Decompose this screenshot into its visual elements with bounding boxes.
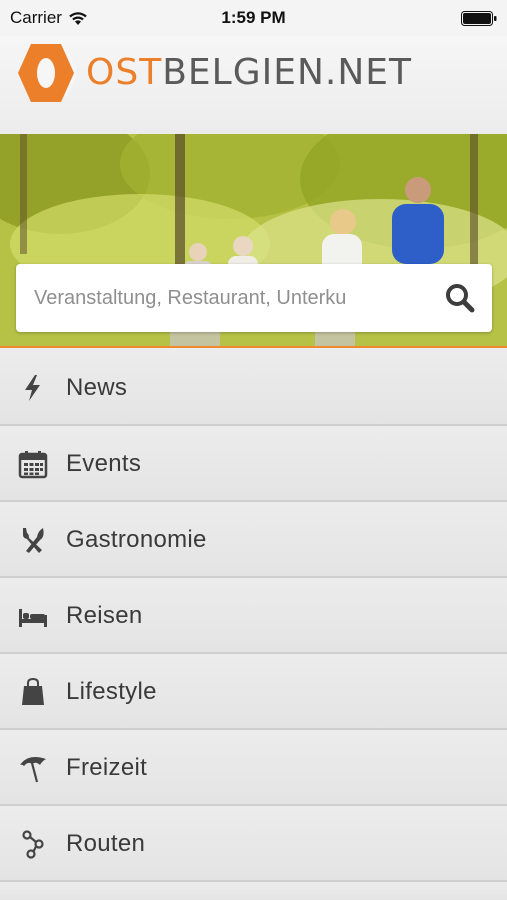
menu-item-label: News	[66, 374, 128, 401]
umbrella-icon	[20, 757, 46, 783]
search-input[interactable]	[16, 264, 426, 332]
bed-icon	[19, 609, 47, 627]
cutlery-icon	[23, 528, 44, 553]
menu-item-gastronomie[interactable]: Gastronomie	[0, 502, 507, 578]
menu-item-routen[interactable]: Routen	[0, 806, 507, 882]
logo-text: OSTBELGIEN.NET	[86, 55, 412, 91]
logo[interactable]: OSTBELGIEN.NET	[16, 42, 412, 104]
calendar-icon	[18, 451, 48, 479]
menu-item-label: Gastronomie	[66, 526, 207, 553]
logo-text-ost: OST	[86, 52, 163, 93]
app-header: OSTBELGIEN.NET	[0, 36, 507, 134]
lightning-icon	[25, 375, 40, 401]
menu-item-partial[interactable]	[0, 882, 507, 900]
menu-item-label: Events	[66, 450, 142, 477]
search-bar	[16, 264, 492, 332]
menu-item-freizeit[interactable]: Freizeit	[0, 730, 507, 806]
search-icon[interactable]	[444, 282, 476, 314]
route-icon	[22, 830, 44, 859]
logo-text-belgien: BELGIEN.NET	[162, 52, 412, 93]
menu-item-events[interactable]: Events	[0, 426, 507, 502]
menu-item-reisen[interactable]: Reisen	[0, 578, 507, 654]
menu-item-label: Lifestyle	[66, 678, 157, 705]
menu-item-label: Routen	[66, 830, 146, 857]
battery-icon	[461, 11, 497, 26]
clock: 1:59 PM	[221, 8, 286, 27]
menu-item-news[interactable]: News	[0, 350, 507, 426]
menu-item-label: Freizeit	[66, 754, 148, 781]
logo-mark-icon	[18, 44, 76, 102]
shopping-bag-icon	[22, 677, 44, 705]
menu-item-label: Reisen	[66, 602, 143, 629]
hero-banner	[0, 134, 507, 348]
main-menu: News Events Gastronomie Reisen Lifestyle…	[0, 350, 507, 900]
status-bar: Carrier 1:59 PM	[0, 0, 507, 36]
menu-item-lifestyle[interactable]: Lifestyle	[0, 654, 507, 730]
